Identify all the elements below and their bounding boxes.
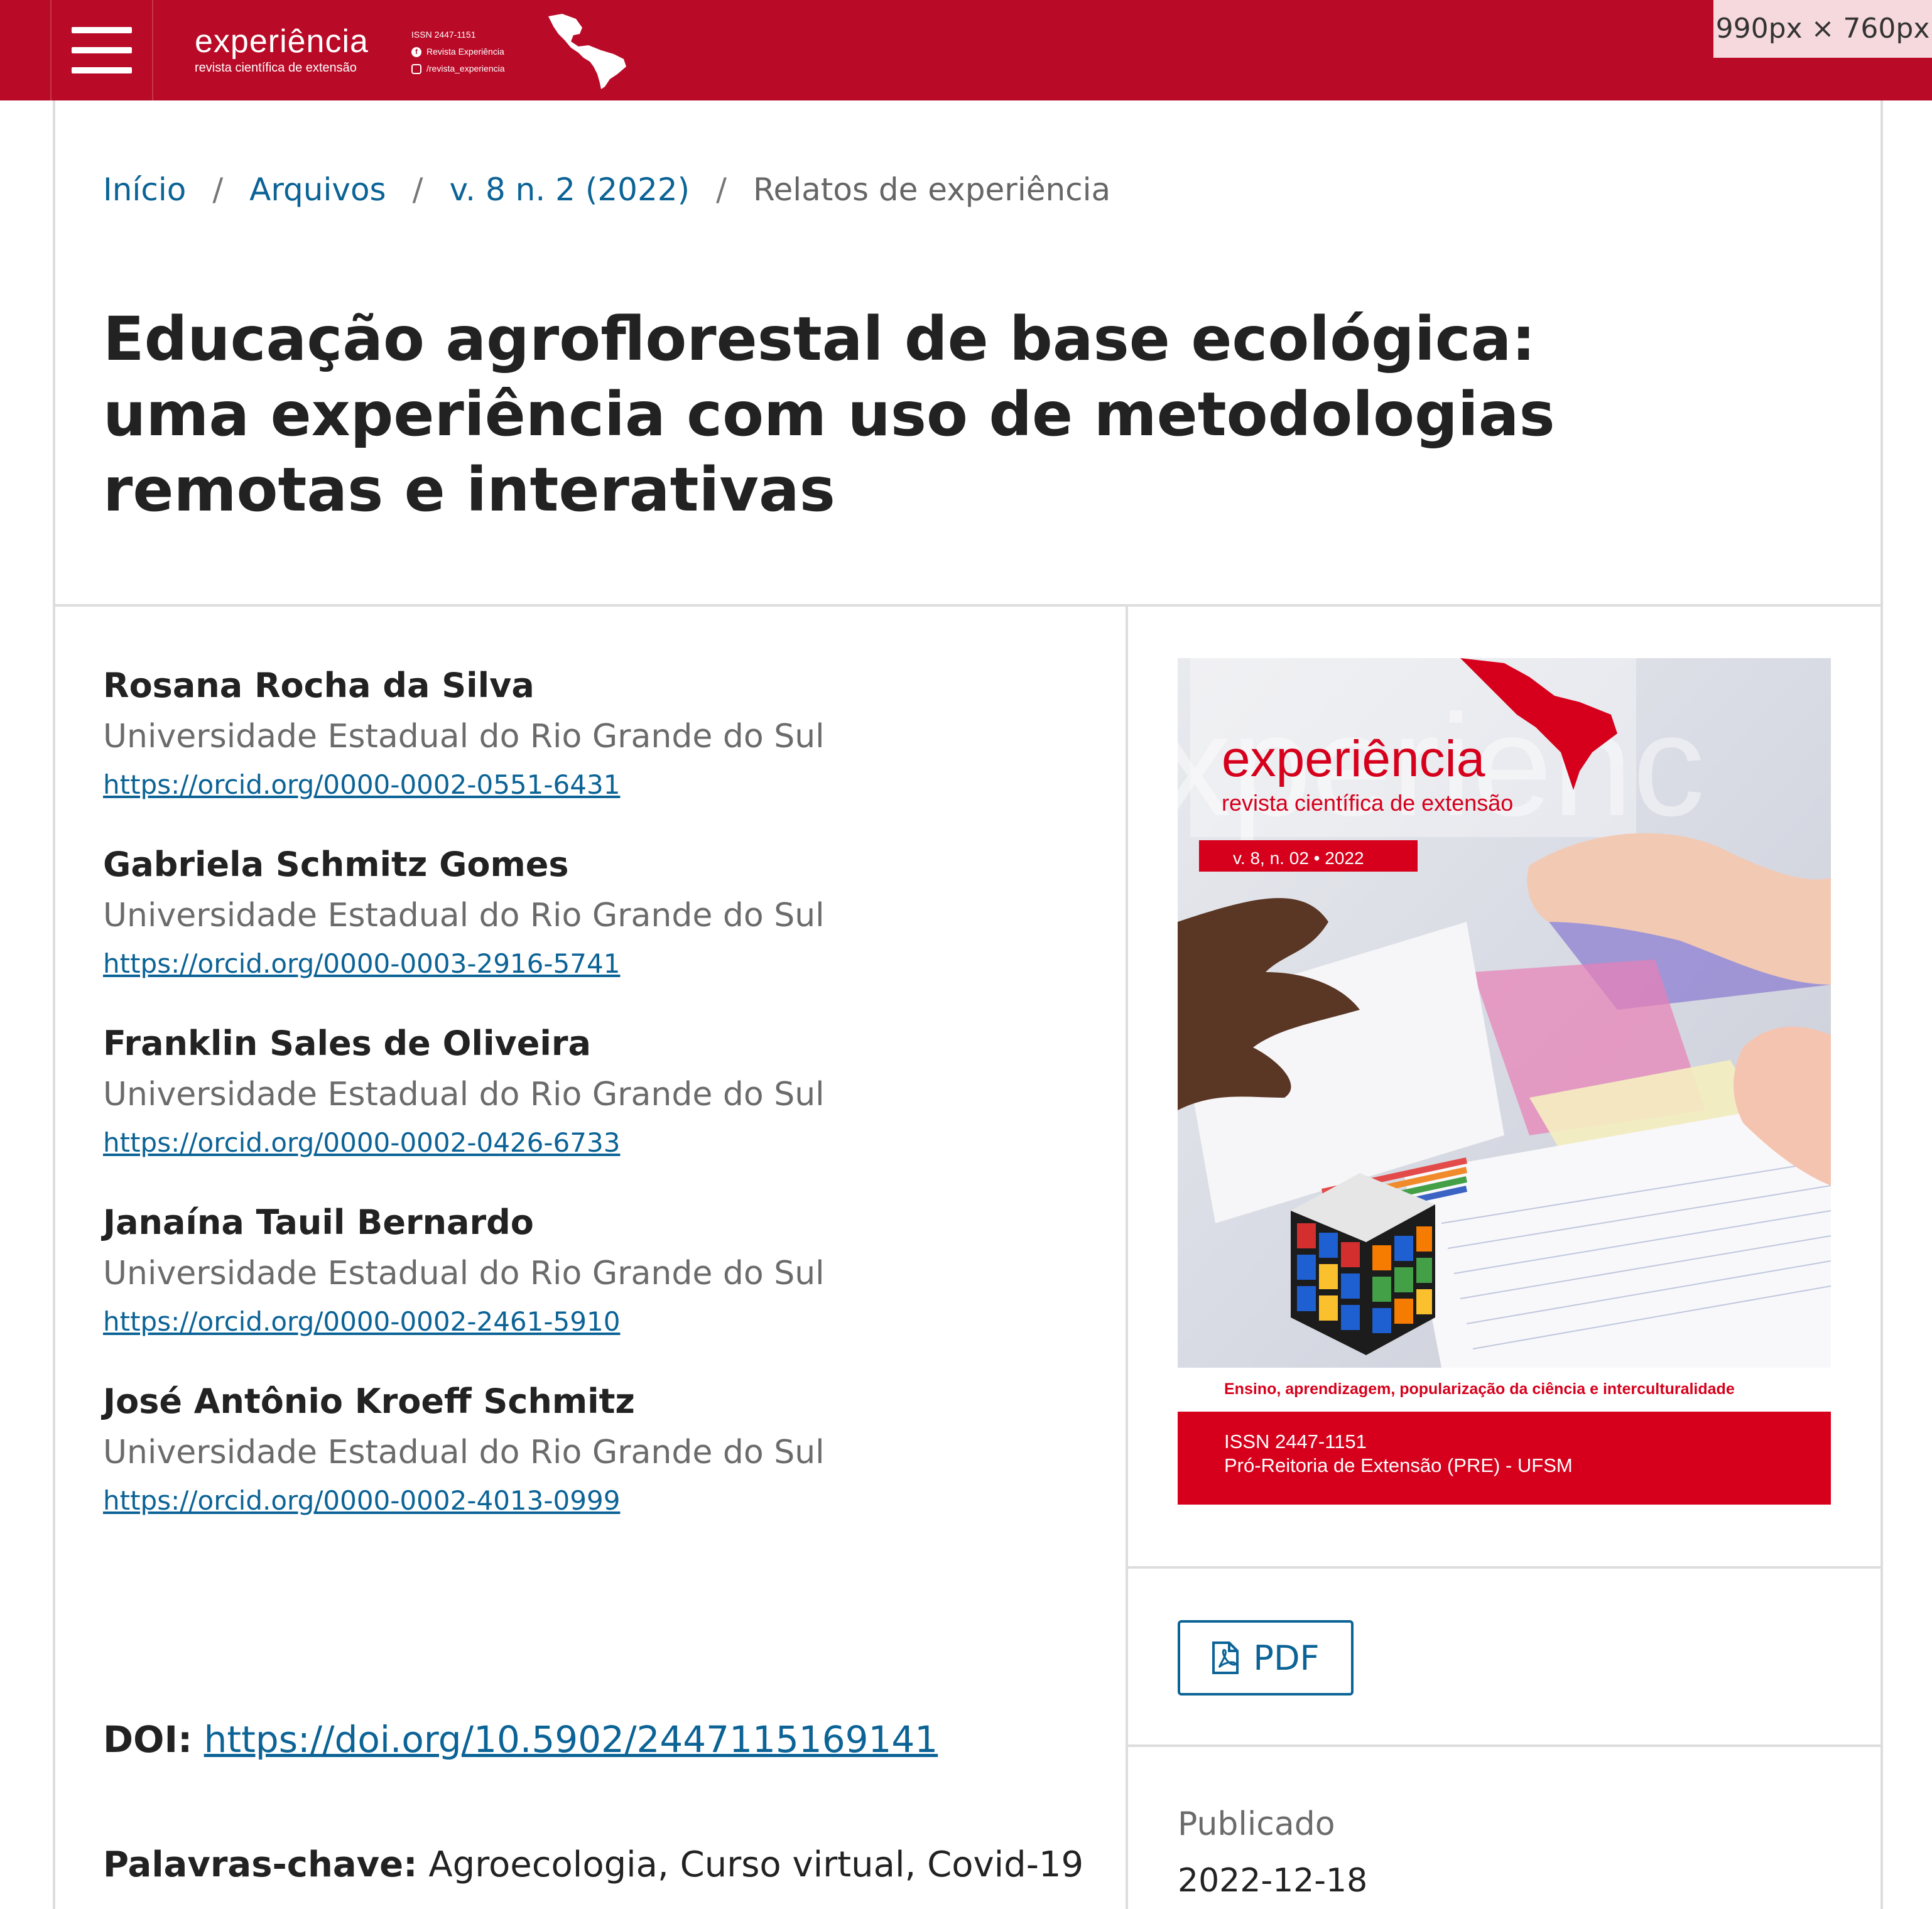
brand-name: experiência [195, 23, 369, 60]
hamburger-menu-icon[interactable] [50, 0, 153, 100]
site-logo[interactable]: experiência revista científica de extens… [195, 23, 369, 75]
author-item: Franklin Sales de Oliveira Universidade … [103, 1017, 1108, 1196]
author-name: Rosana Rocha da Silva [103, 666, 535, 705]
cover-issn: ISSN 2447-1151 [1224, 1430, 1367, 1452]
column-divider [1126, 607, 1128, 1909]
divider [1128, 1566, 1880, 1569]
breadcrumb-separator: / [716, 171, 727, 208]
cover-subtitle: revista científica de extensão [1222, 790, 1513, 816]
author-affiliation: Universidade Estadual do Rio Grande do S… [103, 1076, 825, 1113]
author-orcid-link[interactable]: https://orcid.org/0000-0002-4013-0999 [103, 1485, 620, 1516]
site-header: experiência revista científica de extens… [0, 0, 1932, 100]
author-affiliation: Universidade Estadual do Rio Grande do S… [103, 1255, 825, 1292]
author-item: José Antônio Kroeff Schmitz Universidade… [103, 1375, 1108, 1554]
author-name: Gabriela Schmitz Gomes [103, 845, 569, 884]
facebook-text: Revista Experiência [426, 46, 504, 57]
breadcrumb-issue-link[interactable]: v. 8 n. 2 (2022) [449, 171, 690, 208]
americas-map-icon [548, 14, 626, 89]
pdf-file-icon [1212, 1641, 1239, 1674]
divider [55, 604, 1880, 607]
doi-row: DOI: https://doi.org/10.5902/24471151691… [103, 1711, 938, 1768]
published-date: 2022-12-18 [1178, 1862, 1368, 1900]
author-item: Gabriela Schmitz Gomes Universidade Esta… [103, 838, 1108, 1017]
published-label: Publicado [1178, 1805, 1335, 1843]
pdf-label: PDF [1253, 1638, 1320, 1678]
issue-cover-image[interactable]: xperienc experiência revista científica … [1159, 658, 1832, 1506]
brand-meta: ISSN 2447-1151 f Revista Experiência /rev… [411, 26, 505, 77]
facebook-icon: f [411, 46, 421, 57]
author-orcid-link[interactable]: https://orcid.org/0000-0002-2461-5910 [103, 1306, 620, 1337]
author-name: José Antônio Kroeff Schmitz [103, 1382, 635, 1421]
issn-text: ISSN 2447-1151 [411, 30, 476, 40]
divider [1128, 1744, 1880, 1747]
instagram-icon [411, 63, 421, 74]
author-affiliation: Universidade Estadual do Rio Grande do S… [103, 718, 825, 755]
cover-title: experiência [1222, 730, 1485, 787]
keywords-row: Palavras-chave: Agroecologia, Curso virt… [103, 1837, 1083, 1893]
doi-label: DOI: [103, 1718, 193, 1761]
keywords-value: Agroecologia, Curso virtual, Covid-19 [428, 1844, 1084, 1885]
pdf-download-button[interactable]: PDF [1178, 1620, 1354, 1695]
author-item: Rosana Rocha da Silva Universidade Estad… [103, 659, 1108, 838]
cover-publisher: Pró-Reitoria de Extensão (PRE) - UFSM [1224, 1454, 1573, 1476]
author-orcid-link[interactable]: https://orcid.org/0000-0002-0426-6733 [103, 1127, 620, 1158]
breadcrumb-archives-link[interactable]: Arquivos [249, 171, 386, 208]
cover-volume: v. 8, n. 02 • 2022 [1233, 848, 1364, 868]
cover-illustration: xperienc experiência revista científica … [1159, 658, 1832, 1506]
keywords-label: Palavras-chave: [103, 1844, 418, 1885]
author-orcid-link[interactable]: https://orcid.org/0000-0002-0551-6431 [103, 769, 620, 800]
author-affiliation: Universidade Estadual do Rio Grande do S… [103, 1434, 825, 1471]
author-affiliation: Universidade Estadual do Rio Grande do S… [103, 897, 825, 934]
breadcrumb-separator: / [412, 171, 423, 208]
article-page: Início / Arquivos / v. 8 n. 2 (2022) / R… [53, 100, 1883, 1909]
instagram-text: /revista_experiencia [426, 63, 505, 73]
author-item: Janaína Tauil Bernardo Universidade Esta… [103, 1196, 1108, 1375]
doi-link[interactable]: https://doi.org/10.5902/2447115169141 [204, 1718, 938, 1761]
brand-subtitle: revista científica de extensão [195, 61, 357, 75]
viewport-size-badge: 990px × 760px [1713, 0, 1932, 58]
author-orcid-link[interactable]: https://orcid.org/0000-0003-2916-5741 [103, 948, 620, 979]
breadcrumb: Início / Arquivos / v. 8 n. 2 (2022) / R… [103, 171, 1110, 208]
breadcrumb-home-link[interactable]: Início [103, 171, 186, 208]
author-list: Rosana Rocha da Silva Universidade Estad… [103, 659, 1108, 1554]
author-name: Franklin Sales de Oliveira [103, 1024, 591, 1063]
author-name: Janaína Tauil Bernardo [103, 1203, 534, 1242]
article-title: Educação agroflorestal de base ecológica… [103, 304, 1555, 525]
breadcrumb-separator: / [212, 171, 224, 208]
breadcrumb-current: Relatos de experiência [752, 171, 1111, 208]
cover-theme: Ensino, aprendizagem, popularização da c… [1224, 1380, 1735, 1398]
